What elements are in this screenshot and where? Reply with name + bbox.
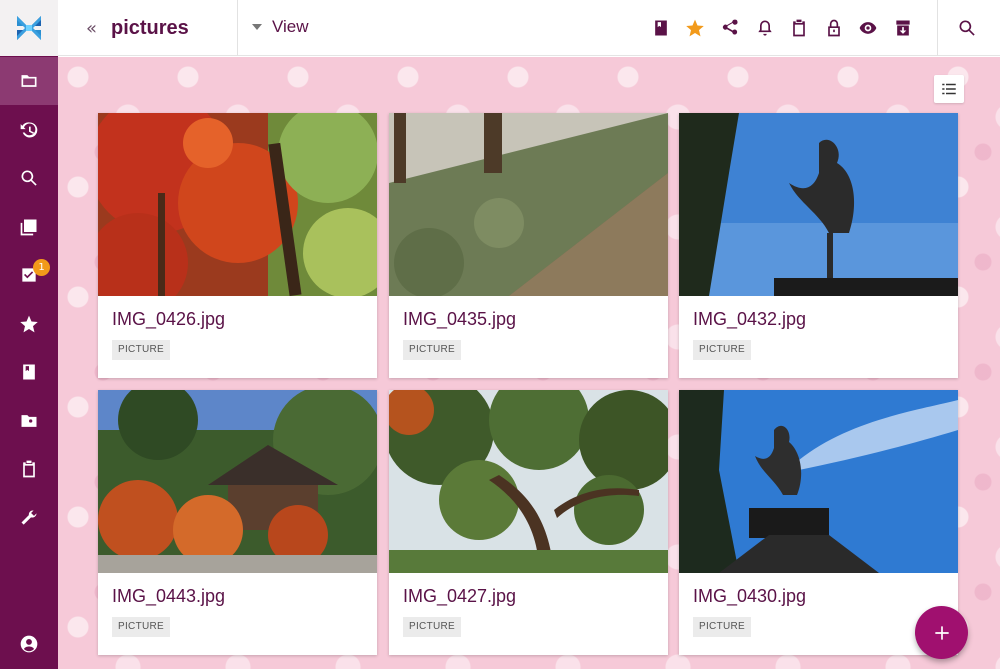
file-name: IMG_0430.jpg (693, 586, 807, 606)
file-grid-area: IMG_0426.jpg PICTURE IMG_0435.jpg PICTUR… (58, 57, 1000, 669)
plus-icon (934, 625, 949, 640)
sidebar-item-history[interactable] (0, 106, 58, 154)
star-icon (20, 315, 38, 333)
clipboard-button[interactable] (787, 16, 811, 40)
page-title: pictures (111, 17, 189, 39)
account-icon (20, 635, 38, 653)
sidebar-item-photos[interactable] (0, 203, 58, 251)
header-divider-right (937, 0, 938, 56)
preview-button[interactable] (856, 16, 880, 40)
file-name: IMG_0443.jpg (112, 586, 226, 606)
file-type-badge: PICTURE (112, 617, 170, 637)
file-card[interactable]: IMG_0443.jpg PICTURE (98, 390, 377, 655)
share-icon (722, 19, 738, 35)
clipboard-icon (793, 19, 805, 37)
file-card[interactable]: IMG_0430.jpg PICTURE (679, 390, 958, 655)
file-thumbnail (679, 113, 958, 296)
sidebar-item-favorites[interactable] (0, 300, 58, 348)
share-button[interactable] (718, 16, 742, 40)
photos-icon (20, 219, 37, 236)
search-icon (21, 170, 37, 186)
search-icon (959, 20, 975, 36)
favorite-button[interactable] (683, 16, 707, 40)
book-icon (655, 20, 667, 36)
file-thumbnail (679, 390, 958, 573)
book-icon (23, 364, 35, 380)
sidebar-item-account[interactable] (0, 620, 58, 668)
file-type-badge: PICTURE (693, 340, 751, 360)
sidebar-item-search[interactable] (0, 154, 58, 202)
sidebar: 1 (0, 0, 58, 669)
topbar: « pictures View (58, 0, 1000, 56)
history-icon (20, 122, 38, 138)
caret-down-icon (252, 24, 262, 30)
file-card[interactable]: IMG_0435.jpg PICTURE (389, 113, 668, 378)
app-logo[interactable] (0, 0, 58, 56)
file-name: IMG_0435.jpg (403, 309, 517, 329)
star-icon (686, 19, 704, 37)
file-thumbnail (389, 113, 668, 296)
folder-icon (21, 75, 37, 87)
archive-icon (896, 20, 910, 36)
list-view-icon (942, 83, 956, 95)
file-thumbnail (389, 390, 668, 573)
file-type-badge: PICTURE (693, 617, 751, 637)
file-name: IMG_0427.jpg (403, 586, 517, 606)
file-card[interactable]: IMG_0426.jpg PICTURE (98, 113, 377, 378)
view-menu-label: View (272, 17, 309, 36)
sidebar-item-tasks[interactable]: 1 (0, 251, 58, 299)
file-card[interactable]: IMG_0432.jpg PICTURE (679, 113, 958, 378)
file-thumbnail (98, 113, 377, 296)
sidebar-item-notebook[interactable] (0, 348, 58, 396)
notebook-button[interactable] (649, 16, 673, 40)
file-type-badge: PICTURE (112, 340, 170, 360)
cross-logo-icon (17, 16, 41, 40)
eye-icon (859, 22, 877, 34)
tasks-badge: 1 (33, 259, 50, 276)
file-card[interactable]: IMG_0427.jpg PICTURE (389, 390, 668, 655)
file-type-badge: PICTURE (403, 617, 461, 637)
header-divider (237, 0, 238, 56)
search-button[interactable] (955, 16, 979, 40)
sidebar-item-contacts[interactable] (0, 397, 58, 445)
bell-icon (758, 20, 772, 36)
lock-button[interactable] (822, 16, 846, 40)
contacts-icon (21, 415, 37, 427)
sidebar-item-files[interactable] (0, 57, 58, 105)
file-name: IMG_0432.jpg (693, 309, 807, 329)
view-menu-button[interactable]: View (252, 17, 309, 37)
list-view-toggle[interactable] (934, 75, 964, 103)
add-file-button[interactable] (915, 606, 968, 659)
sidebar-item-tools[interactable] (0, 494, 58, 542)
file-name: IMG_0426.jpg (112, 309, 226, 329)
file-thumbnail (98, 390, 377, 573)
file-type-badge: PICTURE (403, 340, 461, 360)
wrench-icon (21, 510, 37, 525)
clipboard-icon (23, 460, 35, 478)
back-button[interactable]: « (86, 18, 97, 39)
archive-button[interactable] (891, 16, 915, 40)
lock-icon (828, 19, 840, 37)
notifications-button[interactable] (753, 16, 777, 40)
sidebar-item-clipboard[interactable] (0, 445, 58, 493)
